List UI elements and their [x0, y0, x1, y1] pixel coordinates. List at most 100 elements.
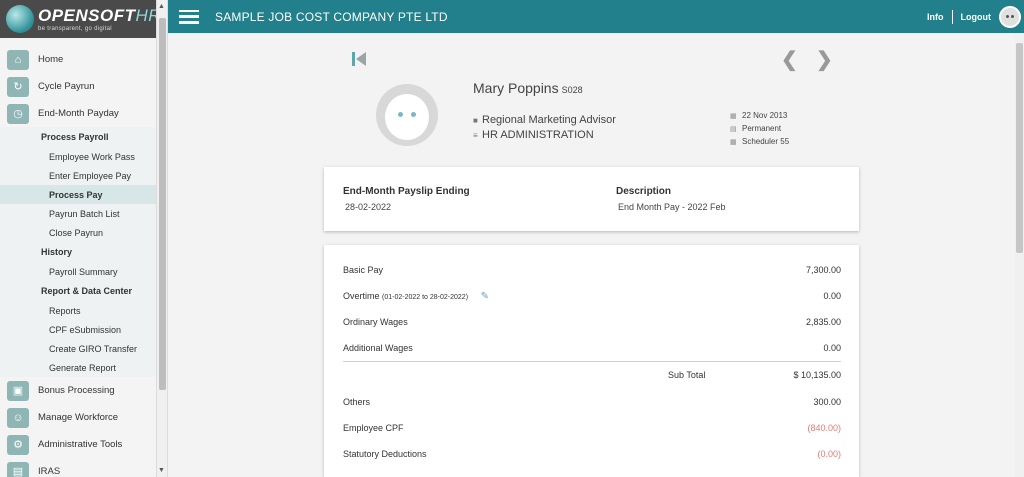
- department-icon: ≡: [473, 131, 478, 140]
- sidebar-scrollbar[interactable]: ▲ ▼: [156, 0, 167, 477]
- main-scroll-thumb[interactable]: [1016, 43, 1023, 253]
- sidebar-item-administrative-tools[interactable]: ⚙ Administrative Tools: [0, 431, 156, 458]
- submenu-item-payroll-summary[interactable]: Payroll Summary: [0, 262, 156, 281]
- sidebar-item-label: Manage Workforce: [38, 412, 119, 423]
- submenu-item-create-giro-transfer[interactable]: Create GIRO Transfer: [0, 339, 156, 358]
- pay-breakdown-card: Basic Pay 7,300.00 Overtime (01-02-2022 …: [324, 245, 859, 477]
- line-label: Additional Wages: [343, 343, 413, 353]
- line-amount: (840.00): [807, 423, 841, 433]
- pay-line-overtime: Overtime (01-02-2022 to 28-02-2022) ✎ 0.…: [343, 291, 841, 302]
- line-amount: 2,835.00: [805, 317, 841, 327]
- subtotal-amount: $ 10,135.00: [793, 370, 841, 380]
- gear-icon: ⚙: [7, 434, 29, 455]
- employee-name-line: Mary Poppins S028: [473, 80, 583, 96]
- user-avatar[interactable]: [999, 5, 1021, 28]
- edit-overtime-icon[interactable]: ✎: [481, 291, 489, 302]
- sidebar-item-manage-workforce[interactable]: ☺ Manage Workforce: [0, 404, 156, 431]
- sidebar-item-home[interactable]: ⌂ Home: [0, 46, 156, 73]
- submenu-item-close-payrun[interactable]: Close Payrun: [0, 223, 156, 242]
- pay-line-statutory-deductions: Statutory Deductions (0.00): [343, 449, 841, 459]
- first-record-icon[interactable]: [352, 50, 366, 67]
- scroll-up-icon[interactable]: ▲: [158, 3, 165, 10]
- employee-code: S028: [561, 85, 583, 95]
- payslip-ending-date: 28-02-2022: [345, 202, 392, 212]
- pay-line-additional-wages: Additional Wages 0.00: [343, 343, 841, 353]
- previous-record-icon[interactable]: ❮: [781, 47, 798, 72]
- info-link[interactable]: Info: [927, 12, 944, 22]
- logo[interactable]: OPENSOFTHR be transparent, go digital: [0, 0, 167, 38]
- line-label: Others: [343, 397, 371, 407]
- divider: [951, 9, 953, 24]
- pay-line-employee-cpf: Employee CPF (840.00): [343, 423, 841, 433]
- sidebar: OPENSOFTHR be transparent, go digital ⌂ …: [0, 0, 168, 477]
- submenu-heading-history[interactable]: History: [0, 242, 156, 262]
- submenu-item-payrun-batch-list[interactable]: Payrun Batch List: [0, 204, 156, 223]
- line-amount: (0.00): [817, 449, 841, 459]
- employee-meta: ▦ 22 Nov 2013 ▤ Permanent ▦ Scheduler 55: [730, 110, 789, 149]
- main-scrollbar[interactable]: [1015, 33, 1024, 477]
- end-month-submenu: Process Payroll Employee Work Pass Enter…: [0, 127, 156, 377]
- calendar-icon: ▦: [730, 113, 737, 120]
- scheduler-icon: ▦: [730, 139, 737, 146]
- cycle-icon: ↻: [7, 76, 29, 97]
- submenu-item-process-pay[interactable]: Process Pay: [0, 185, 156, 204]
- sidebar-item-label: IRAS: [38, 466, 61, 477]
- scroll-down-icon[interactable]: ▼: [158, 467, 165, 474]
- submenu-item-generate-report[interactable]: Generate Report: [0, 358, 156, 377]
- sidebar-item-label: Home: [38, 54, 64, 65]
- submenu-item-reports[interactable]: Reports: [0, 301, 156, 320]
- top-bar: SAMPLE JOB COST COMPANY PTE LTD Info Log…: [168, 0, 1024, 33]
- submenu-heading-report-data-center[interactable]: Report & Data Center: [0, 281, 156, 301]
- employee-department: HR ADMINISTRATION: [482, 129, 594, 141]
- submenu-item-enter-employee-pay[interactable]: Enter Employee Pay: [0, 166, 156, 185]
- sidebar-item-iras[interactable]: ▤ IRAS: [0, 458, 156, 477]
- sidebar-item-bonus-processing[interactable]: ▣ Bonus Processing: [0, 377, 156, 404]
- line-amount: 0.00: [823, 343, 841, 353]
- logo-mark-icon: [6, 5, 34, 33]
- employee-avatar: [376, 84, 438, 146]
- line-amount: 7,300.00: [805, 265, 841, 275]
- menu-toggle-icon[interactable]: [179, 9, 199, 24]
- employment-type-icon: ▤: [730, 126, 737, 133]
- calendar-icon: ◷: [7, 103, 29, 124]
- position-icon: ■: [473, 116, 478, 125]
- logout-link[interactable]: Logout: [961, 12, 992, 22]
- employee-position: Regional Marketing Advisor: [482, 114, 616, 126]
- description-value: End Month Pay - 2022 Feb: [618, 202, 726, 212]
- brand-name: OPENSOFT: [38, 5, 136, 25]
- overtime-period: (01-02-2022 to 28-02-2022): [382, 294, 469, 301]
- line-label: Employee CPF: [343, 423, 404, 433]
- bonus-icon: ▣: [7, 380, 29, 401]
- pay-line-ordinary-wages: Ordinary Wages 2,835.00: [343, 317, 841, 327]
- people-icon: ☺: [7, 407, 29, 428]
- sidebar-menu: ⌂ Home ↻ Cycle Payrun ◷ End-Month Payday…: [0, 46, 156, 477]
- employee-name: Mary Poppins: [473, 80, 559, 96]
- line-label: Basic Pay: [343, 265, 384, 275]
- employee-info: ■ Regional Marketing Advisor ≡ HR ADMINIST…: [473, 113, 616, 143]
- home-icon: ⌂: [7, 49, 29, 70]
- submenu-heading-process-payroll[interactable]: Process Payroll: [0, 127, 156, 147]
- pay-line-others: Others 300.00: [343, 397, 841, 407]
- line-amount: 0.00: [823, 291, 841, 301]
- sidebar-item-label: Cycle Payrun: [38, 81, 95, 92]
- submenu-item-cpf-esubmission[interactable]: CPF eSubmission: [0, 320, 156, 339]
- document-icon: ▤: [7, 461, 29, 477]
- sidebar-item-label: End-Month Payday: [38, 108, 119, 119]
- sidebar-item-cycle-payrun[interactable]: ↻ Cycle Payrun: [0, 73, 156, 100]
- sidebar-item-end-month-payday[interactable]: ◷ End-Month Payday: [0, 100, 156, 127]
- payslip-header-card: End-Month Payslip Ending 28-02-2022 Desc…: [324, 167, 859, 231]
- line-amount: 300.00: [813, 397, 841, 407]
- sidebar-item-label: Bonus Processing: [38, 385, 115, 396]
- company-name: SAMPLE JOB COST COMPANY PTE LTD: [215, 9, 448, 24]
- line-label: Overtime: [343, 291, 380, 301]
- next-record-icon[interactable]: ❯: [816, 47, 833, 72]
- sidebar-scroll-thumb[interactable]: [159, 18, 166, 390]
- subtotal-divider: [343, 361, 841, 362]
- employment-type: Permanent: [742, 124, 782, 133]
- line-label: Ordinary Wages: [343, 317, 408, 327]
- pay-line-basic-pay: Basic Pay 7,300.00: [343, 265, 841, 275]
- sidebar-item-label: Administrative Tools: [38, 439, 123, 450]
- brand-tagline: be transparent, go digital: [38, 25, 112, 32]
- submenu-item-employee-work-pass[interactable]: Employee Work Pass: [0, 147, 156, 166]
- scheduler: Scheduler 55: [742, 137, 790, 146]
